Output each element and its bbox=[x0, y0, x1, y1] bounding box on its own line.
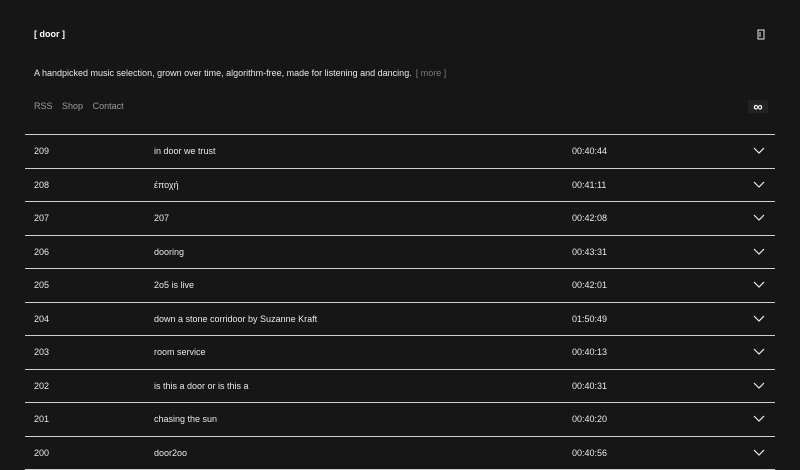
episode-row[interactable]: 203 room service 00:40:13 bbox=[25, 336, 775, 370]
episode-duration: 00:43:31 bbox=[572, 247, 607, 257]
episode-row[interactable]: 204 down a stone corridoor by Suzanne Kra… bbox=[25, 303, 775, 337]
chevron-down-icon[interactable] bbox=[753, 382, 765, 390]
episode-number: 201 bbox=[34, 414, 49, 424]
chevron-down-icon[interactable] bbox=[753, 281, 765, 289]
episode-number: 208 bbox=[34, 180, 49, 190]
episode-number: 204 bbox=[34, 314, 49, 324]
chevron-down-icon[interactable] bbox=[753, 315, 765, 323]
site-description: A handpicked music selection, grown over… bbox=[34, 68, 446, 78]
audio-file-icon[interactable] bbox=[757, 29, 765, 40]
episode-duration: 00:40:31 bbox=[572, 381, 607, 391]
episode-duration: 00:40:20 bbox=[572, 414, 607, 424]
episode-row[interactable]: 209 in door we trust 00:40:44 bbox=[25, 135, 775, 169]
nav-rss-link[interactable]: RSS bbox=[34, 101, 53, 111]
episode-duration: 00:42:01 bbox=[572, 280, 607, 290]
episode-title: έποχή bbox=[154, 180, 179, 190]
episode-title: down a stone corridoor by Suzanne Kraft bbox=[154, 314, 317, 324]
description-text: A handpicked music selection, grown over… bbox=[34, 68, 412, 78]
episode-number: 202 bbox=[34, 381, 49, 391]
episode-title: is this a door or is this a bbox=[154, 381, 249, 391]
infinity-icon: ∞ bbox=[753, 99, 762, 114]
episode-duration: 00:40:44 bbox=[572, 146, 607, 156]
episode-duration: 01:50:49 bbox=[572, 314, 607, 324]
chevron-down-icon[interactable] bbox=[753, 214, 765, 222]
episode-duration: 00:40:13 bbox=[572, 347, 607, 357]
episode-duration: 00:40:56 bbox=[572, 448, 607, 458]
chevron-down-icon[interactable] bbox=[753, 248, 765, 256]
episode-title: in door we trust bbox=[154, 146, 216, 156]
episode-title: room service bbox=[154, 347, 206, 357]
episode-number: 200 bbox=[34, 448, 49, 458]
episode-number: 205 bbox=[34, 280, 49, 290]
more-link[interactable]: [ more ] bbox=[416, 68, 447, 78]
episode-number: 209 bbox=[34, 146, 49, 156]
chevron-down-icon[interactable] bbox=[753, 415, 765, 423]
episode-number: 203 bbox=[34, 347, 49, 357]
episode-duration: 00:41:11 bbox=[572, 180, 606, 190]
chevron-down-icon[interactable] bbox=[753, 348, 765, 356]
nav-contact-link[interactable]: Contact bbox=[93, 101, 124, 111]
episode-row[interactable]: 208 έποχή 00:41:11 bbox=[25, 169, 775, 203]
chevron-down-icon[interactable] bbox=[753, 147, 765, 155]
episode-title: chasing the sun bbox=[154, 414, 217, 424]
episode-row[interactable]: 201 chasing the sun 00:40:20 bbox=[25, 403, 775, 437]
episode-title: dooring bbox=[154, 247, 184, 257]
nav-shop-link[interactable]: Shop bbox=[62, 101, 83, 111]
episode-duration: 00:42:08 bbox=[572, 213, 607, 223]
brand-title[interactable]: [ door ] bbox=[34, 29, 65, 39]
episode-title: door2oo bbox=[154, 448, 187, 458]
episode-row[interactable]: 202 is this a door or is this a 00:40:31 bbox=[25, 370, 775, 404]
episode-row[interactable]: 207 207 00:42:08 bbox=[25, 202, 775, 236]
episode-row[interactable]: 206 dooring 00:43:31 bbox=[25, 236, 775, 270]
episode-number: 206 bbox=[34, 247, 49, 257]
episode-row[interactable]: 200 door2oo 00:40:56 bbox=[25, 437, 775, 470]
episode-list: 209 in door we trust 00:40:44 208 έποχή 00:41… bbox=[25, 134, 775, 470]
chevron-down-icon[interactable] bbox=[753, 181, 765, 189]
episode-number: 207 bbox=[34, 213, 49, 223]
nav-links: RSS Shop Contact bbox=[34, 101, 131, 111]
episode-title: 2o5 is live bbox=[154, 280, 194, 290]
episode-title: 207 bbox=[154, 213, 169, 223]
episode-row[interactable]: 205 2o5 is live 00:42:01 bbox=[25, 269, 775, 303]
infinite-loop-button[interactable]: ∞ bbox=[748, 100, 768, 113]
